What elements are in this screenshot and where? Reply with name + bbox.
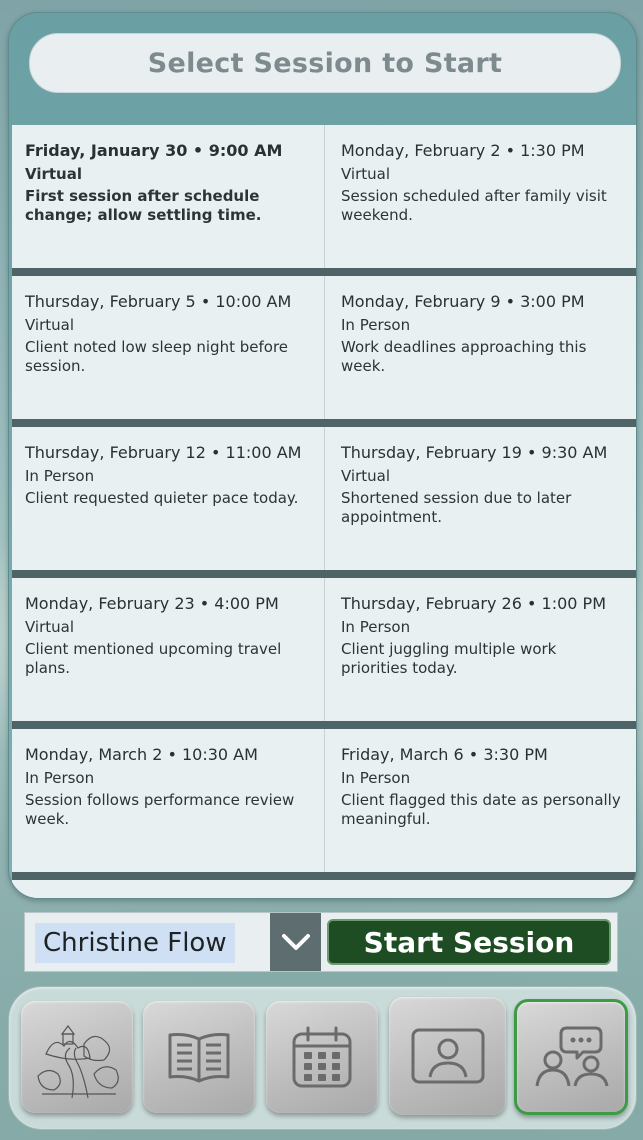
session-note: Client flagged this date as personally m…: [341, 791, 621, 828]
session-card[interactable]: Monday, March 2 • 10:30 AM In Person Ses…: [12, 729, 324, 872]
session-mode: Virtual: [341, 165, 391, 183]
row-divider: [12, 419, 636, 427]
session-note: Session follows performance review week.: [25, 791, 295, 828]
session-note: Client requested quieter pace today.: [25, 489, 299, 507]
session-note: Client juggling multiple work priorities…: [341, 640, 557, 677]
session-card[interactable]: Thursday, February 19 • 9:30 AM Virtual …: [324, 427, 636, 570]
session-note: Work deadlines approaching this week.: [341, 338, 587, 375]
session-date: Thursday, February 5 • 10:00 AM: [25, 292, 292, 311]
start-session-button[interactable]: Start Session: [327, 919, 611, 965]
chevron-down-icon: [281, 934, 310, 950]
session-row: Thursday, February 5 • 10:00 AM Virtual …: [12, 276, 636, 419]
session-mode: In Person: [341, 618, 411, 636]
session-row: Monday, February 23 • 4:00 PM Virtual Cl…: [12, 578, 636, 721]
calendar-icon: [292, 1026, 352, 1088]
session-note: First session after schedule change; all…: [25, 187, 262, 224]
row-divider: [12, 721, 636, 729]
session-mode: Virtual: [25, 618, 75, 636]
session-card[interactable]: Friday, January 30 • 9:00 AM Virtual Fir…: [12, 125, 324, 268]
session-date: Friday, January 30 • 9:00 AM: [25, 141, 283, 160]
session-mode: In Person: [341, 316, 411, 334]
toolbar-calendar-button[interactable]: [266, 1001, 378, 1113]
session-mode: In Person: [25, 467, 95, 485]
session-row: Monday, March 2 • 10:30 AM In Person Ses…: [12, 729, 636, 872]
session-card[interactable]: Friday, March 6 • 3:30 PM In Person Clie…: [324, 729, 636, 872]
conversation-icon: [535, 1026, 609, 1087]
session-card[interactable]: Monday, February 9 • 3:00 PM In Person W…: [324, 276, 636, 419]
session-date: Thursday, February 26 • 1:00 PM: [341, 594, 606, 613]
session-card[interactable]: Thursday, February 26 • 1:00 PM In Perso…: [324, 578, 636, 721]
client-selector: Christine Flow Start Session: [24, 912, 618, 972]
session-mode: In Person: [341, 769, 411, 787]
session-row: Thursday, February 12 • 11:00 AM In Pers…: [12, 427, 636, 570]
client-name-field[interactable]: Christine Flow: [35, 923, 235, 963]
book-icon: [168, 1033, 230, 1083]
session-card[interactable]: Monday, February 23 • 4:00 PM Virtual Cl…: [12, 578, 324, 721]
row-divider: [12, 268, 636, 276]
session-date: Monday, February 9 • 3:00 PM: [341, 292, 585, 311]
session-note: Session scheduled after family visit wee…: [341, 187, 607, 224]
row-divider: [12, 872, 636, 880]
row-divider: [12, 570, 636, 578]
session-panel: Select Session to Start Friday, January …: [8, 12, 637, 899]
page-title: Select Session to Start: [29, 33, 621, 93]
toolbar-conversation-button[interactable]: [514, 999, 628, 1115]
session-mode: Virtual: [25, 165, 82, 183]
session-card[interactable]: Thursday, February 12 • 11:00 AM In Pers…: [12, 427, 324, 570]
session-note: Client noted low sleep night before sess…: [25, 338, 289, 375]
session-date: Monday, March 2 • 10:30 AM: [25, 745, 258, 764]
session-row: Friday, January 30 • 9:00 AM Virtual Fir…: [12, 125, 636, 268]
contact-card-icon: [411, 1028, 484, 1084]
session-grid: Friday, January 30 • 9:00 AM Virtual Fir…: [12, 125, 636, 898]
session-mode: In Person: [25, 769, 95, 787]
session-date: Monday, February 2 • 1:30 PM: [341, 141, 585, 160]
toolbar-client-card-button[interactable]: [389, 997, 506, 1115]
session-date: Thursday, February 12 • 11:00 AM: [25, 443, 302, 462]
session-note: Client mentioned upcoming travel plans.: [25, 640, 282, 677]
session-mode: Virtual: [25, 316, 75, 334]
session-date: Monday, February 23 • 4:00 PM: [25, 594, 279, 613]
landscape-path-icon: [37, 1025, 119, 1099]
toolbar-home-button[interactable]: [21, 1001, 133, 1113]
session-mode: Virtual: [341, 467, 391, 485]
client-dropdown-button[interactable]: [270, 913, 321, 971]
session-card[interactable]: Monday, February 2 • 1:30 PM Virtual Ses…: [324, 125, 636, 268]
session-date: Thursday, February 19 • 9:30 AM: [341, 443, 608, 462]
session-date: Friday, March 6 • 3:30 PM: [341, 745, 548, 764]
toolbar-journal-button[interactable]: [143, 1001, 255, 1113]
session-card[interactable]: Thursday, February 5 • 10:00 AM Virtual …: [12, 276, 324, 419]
session-note: Shortened session due to later appointme…: [341, 489, 572, 526]
bottom-toolbar: [8, 986, 637, 1130]
